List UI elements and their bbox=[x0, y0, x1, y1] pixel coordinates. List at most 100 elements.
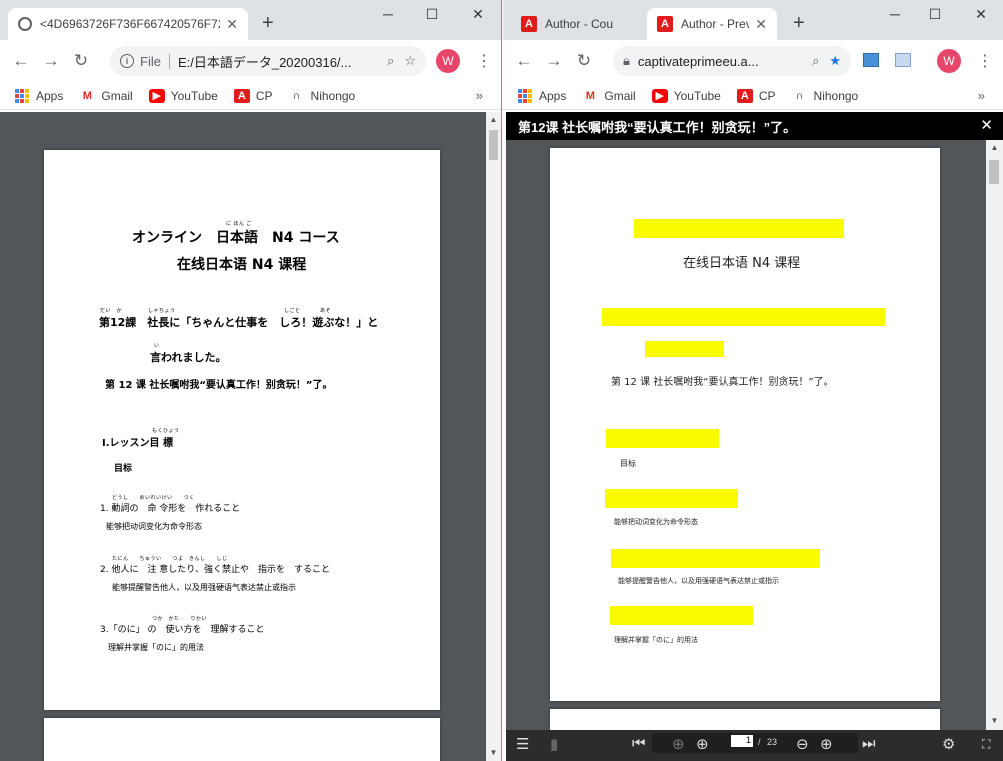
lesson-ruby: しゃちょう bbox=[148, 308, 176, 314]
adobe-icon: A bbox=[657, 16, 673, 32]
info-icon[interactable]: i bbox=[120, 54, 134, 68]
tab-local-file[interactable]: <4D6963726F736F667420576F72 ✕ bbox=[8, 8, 248, 40]
bookmark-nihongo[interactable]: ∩ Nihongo bbox=[792, 89, 859, 103]
list-icon[interactable]: ☰ bbox=[516, 735, 529, 753]
scrollbar-left[interactable]: ▲ ▼ bbox=[486, 112, 501, 761]
first-page-icon[interactable]: ⏮ bbox=[632, 735, 646, 752]
page-total: 23 bbox=[767, 737, 778, 747]
settings-icon[interactable]: ⚙ bbox=[942, 735, 955, 753]
pdf-viewer-left[interactable]: に ほん ご オンライン 日本語 N4 コース 在线日本语 N4 课程 だい か… bbox=[0, 112, 486, 761]
scroll-down-icon[interactable]: ▼ bbox=[986, 716, 1003, 725]
bookmark-gmail[interactable]: M Gmail bbox=[582, 88, 636, 103]
doc-item-cn: 理解并掌握「のに」的用法 bbox=[108, 643, 204, 652]
zoom-icon[interactable]: ⌕ bbox=[387, 53, 394, 69]
scrollbar-right[interactable]: ▲ ▼ bbox=[986, 140, 1003, 730]
avatar[interactable]: W bbox=[937, 49, 961, 73]
new-tab-icon[interactable]: + bbox=[262, 12, 274, 35]
tab-author-course[interactable]: A Author - Cou bbox=[511, 8, 645, 40]
maximize-icon[interactable]: ☐ bbox=[921, 6, 949, 23]
avatar[interactable]: W bbox=[436, 49, 460, 73]
more-bookmarks-icon[interactable]: » bbox=[476, 88, 483, 103]
more-bookmarks-icon[interactable]: » bbox=[978, 88, 985, 103]
youtube-icon: ▶ bbox=[148, 88, 165, 103]
preview-goal: 目标 bbox=[620, 459, 636, 468]
doc-title-cn: 在线日本语 N4 课程 bbox=[177, 257, 307, 273]
item-ruby: たにん ちゅうい つよ きんし しじ bbox=[112, 556, 228, 562]
new-tab-icon[interactable]: + bbox=[793, 12, 805, 35]
next-page-icon[interactable]: ⊕ bbox=[696, 735, 709, 753]
menu-icon[interactable]: ⋮ bbox=[476, 51, 492, 71]
scroll-thumb[interactable] bbox=[489, 130, 498, 160]
bookmark-label: Gmail bbox=[604, 88, 636, 103]
star-icon[interactable]: ☆ bbox=[404, 53, 416, 69]
extension-docs-icon[interactable] bbox=[895, 53, 911, 67]
zoom-in-icon[interactable]: ⊕ bbox=[820, 735, 833, 753]
scroll-down-icon[interactable]: ▼ bbox=[486, 748, 501, 757]
last-page-icon[interactable]: ⏭ bbox=[862, 735, 876, 752]
bookmark-gmail[interactable]: M Gmail bbox=[79, 89, 133, 103]
tab-title: <4D6963726F736F667420576F72 bbox=[40, 17, 221, 31]
scroll-thumb[interactable] bbox=[989, 160, 999, 184]
highlight-mark bbox=[606, 429, 719, 448]
forward-icon[interactable]: → bbox=[36, 51, 66, 71]
bookmark-nihongo[interactable]: ∩ Nihongo bbox=[289, 89, 356, 103]
doc-item-cn: 能够提醒警告他人，以及用强硬语气表达禁止或指示 bbox=[112, 583, 296, 592]
zoom-out-icon[interactable]: ⊖ bbox=[796, 735, 809, 753]
bookmark-label: CP bbox=[758, 88, 776, 103]
scroll-up-icon[interactable]: ▲ bbox=[986, 143, 1003, 152]
browser-window-left: <4D6963726F736F667420576F72 ✕ + ─ ☐ ✕ ← … bbox=[0, 0, 502, 761]
doc-goal: 目标 bbox=[114, 464, 133, 474]
apps-grid-icon bbox=[517, 88, 533, 103]
toolbar: ← → ↻ 🔒︎ captivateprimeeu.a... ⌕ ★ W ⋮ bbox=[503, 40, 1003, 82]
prev-page-icon[interactable]: ⊕ bbox=[672, 735, 685, 753]
bookmark-youtube[interactable]: ▶ YouTube bbox=[651, 88, 721, 103]
star-filled-icon[interactable]: ★ bbox=[829, 53, 841, 69]
back-icon[interactable]: ← bbox=[6, 51, 36, 71]
reload-icon[interactable]: ↻ bbox=[66, 51, 96, 71]
dialog-close-icon[interactable]: ✕ bbox=[980, 116, 993, 134]
highlight-mark bbox=[605, 489, 738, 508]
page-number-input[interactable]: 1 bbox=[731, 735, 753, 747]
doc-lesson-jp: 第12課 社長に「ちゃんと仕事を しろ！遊ぶな！」と bbox=[99, 316, 379, 329]
window-close-icon[interactable]: ✕ bbox=[967, 6, 995, 23]
zoom-icon[interactable]: ⌕ bbox=[812, 53, 819, 69]
bookmark-label: CP bbox=[255, 88, 273, 103]
minimize-icon[interactable]: ─ bbox=[374, 6, 402, 22]
bookmark-youtube[interactable]: ▶ YouTube bbox=[148, 88, 218, 103]
url-text: captivateprimeeu.a... bbox=[637, 53, 759, 69]
doc-section: Ⅰ.レッスン目 標 bbox=[102, 438, 174, 449]
nihongo-icon: ∩ bbox=[292, 89, 301, 102]
adobe-icon: A bbox=[233, 88, 250, 103]
highlight-mark bbox=[611, 549, 820, 568]
bookmark-cp[interactable]: A CP bbox=[233, 88, 273, 103]
adobe-icon: A bbox=[736, 88, 753, 103]
bookmark-apps[interactable]: Apps bbox=[517, 88, 567, 103]
reload-icon[interactable]: ↻ bbox=[569, 51, 599, 71]
back-icon[interactable]: ← bbox=[509, 51, 539, 71]
window-close-icon[interactable]: ✕ bbox=[464, 6, 492, 23]
fullscreen-icon[interactable]: ⛶ bbox=[982, 737, 990, 752]
minimize-icon[interactable]: ─ bbox=[881, 6, 909, 22]
title-bar: A Author - Cou A Author - Prev ✕ + ─ ☐ ✕ bbox=[503, 0, 1003, 40]
preview-item-cn: 能够提醒警告他人，以及用强硬语气表达禁止或指示 bbox=[618, 577, 779, 585]
doc-item-cn: 能够把动词变化为命令形态 bbox=[106, 522, 202, 531]
extension-icon[interactable] bbox=[863, 53, 879, 67]
toolbar: ← → ↻ i File E:/日本語データ_20200316/... ⌕ ☆ … bbox=[0, 40, 501, 82]
close-tab-icon[interactable]: ✕ bbox=[226, 16, 238, 33]
maximize-icon[interactable]: ☐ bbox=[418, 6, 446, 23]
pdf-viewer-right[interactable]: 在线日本语 N4 课程 第 12 课 社长嘱咐我“要认真工作！别贪玩！”了。 目… bbox=[506, 140, 986, 739]
address-bar[interactable]: i File E:/日本語データ_20200316/... ⌕ ☆ bbox=[110, 46, 426, 76]
scroll-up-icon[interactable]: ▲ bbox=[486, 115, 501, 124]
tab-author-preview[interactable]: A Author - Prev ✕ bbox=[647, 8, 777, 40]
bookmark-apps[interactable]: Apps bbox=[14, 88, 63, 103]
pdf-toolbar: ☰ ▮ ⏮ ⊕ ⊕ 1 / 23 ⊖ ⊕ ⏭ ⚙ ⛶ bbox=[506, 730, 1003, 761]
lesson-ruby2: い bbox=[154, 343, 160, 349]
close-tab-icon[interactable]: ✕ bbox=[755, 16, 767, 33]
bookmark-label: Apps bbox=[539, 88, 567, 103]
address-bar[interactable]: 🔒︎ captivateprimeeu.a... ⌕ ★ bbox=[613, 46, 851, 76]
menu-icon[interactable]: ⋮ bbox=[977, 51, 993, 71]
lesson-ruby: しごと bbox=[284, 308, 301, 314]
doc-title-jp: オンライン 日本語 N4 コース bbox=[132, 230, 340, 246]
bookmark-cp[interactable]: A CP bbox=[736, 88, 776, 103]
forward-icon[interactable]: → bbox=[539, 51, 569, 71]
